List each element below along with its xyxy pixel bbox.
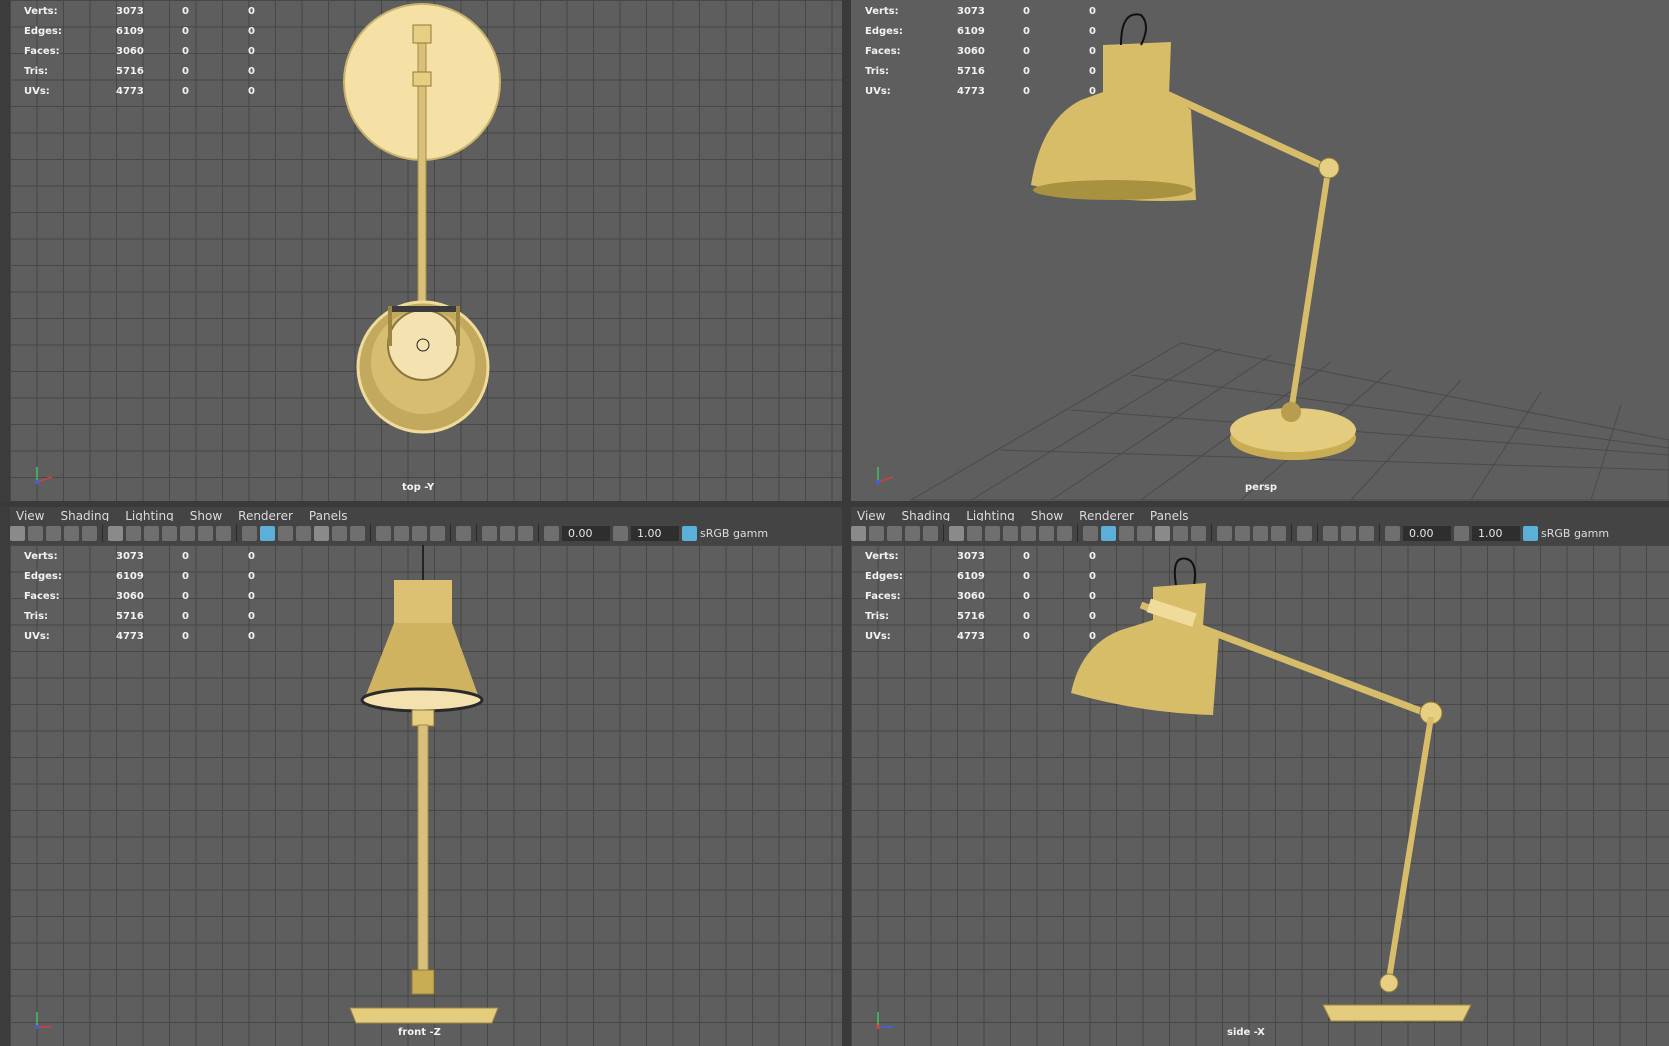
xray-joints-icon[interactable] [500,525,515,541]
depth-of-field-icon[interactable] [430,525,445,541]
gamma-field[interactable]: 1.00 [631,525,679,541]
bookmark-icon[interactable] [46,525,61,541]
gate-mask-icon[interactable] [1003,525,1018,541]
antialias-icon[interactable] [1253,525,1268,541]
smooth-shade-icon[interactable] [1101,525,1116,541]
lamp-front-view [349,545,499,1024]
gamma-icon[interactable] [613,525,628,541]
ambient-occlusion-icon[interactable] [376,525,391,541]
isolate-select-icon[interactable] [1297,525,1312,541]
textured-icon[interactable] [314,525,329,541]
safe-action-icon[interactable] [198,525,213,541]
exposure-icon[interactable] [1385,525,1400,541]
hud-stats: Verts: 3073 0 0 Edges: 6109 0 0 Faces: 3060 0 0 T… [865,6,1096,97]
exposure-icon[interactable] [544,525,559,541]
viewport-persp[interactable]: Verts: 3073 0 0 Edges: 6109 0 0 Faces: 3060 0 0 T… [851,0,1669,501]
axis-gizmo [876,467,894,484]
lamp-side-view [1071,557,1472,1022]
xray-joints-icon[interactable] [1341,525,1356,541]
safe-title-icon[interactable] [1057,525,1072,541]
field-chart-icon[interactable] [180,525,195,541]
lamp-top-view [343,3,501,434]
depth-of-field-icon[interactable] [1271,525,1286,541]
default-material-icon[interactable] [278,525,293,541]
xray-icon[interactable] [1323,525,1338,541]
motion-blur-icon[interactable] [394,525,409,541]
image-plane-icon[interactable] [905,525,920,541]
film-gate-icon[interactable] [967,525,982,541]
grid-icon[interactable] [108,525,123,541]
exposure-field[interactable]: 0.00 [1403,525,1451,541]
bookmark-icon[interactable] [887,525,902,541]
ambient-occlusion-icon[interactable] [1217,525,1232,541]
film-gate-icon[interactable] [126,525,141,541]
view-label: front -Z [398,1027,441,1038]
smooth-shade-icon[interactable] [260,525,275,541]
motion-blur-icon[interactable] [1235,525,1250,541]
camera-attr-icon[interactable] [82,525,97,541]
colorspace-dropdown[interactable]: sRGB gamm [700,527,768,540]
color-management-icon[interactable] [682,525,697,541]
viewport-side[interactable]: Verts: 3073 0 0 Edges: 6109 0 0 Faces: 3060 0 0 T… [851,545,1669,1046]
camera-icon[interactable] [851,525,866,541]
xray-components-icon[interactable] [518,525,533,541]
color-management-icon[interactable] [1523,525,1538,541]
wireframe-icon[interactable] [242,525,257,541]
gamma-icon[interactable] [1454,525,1469,541]
use-lights-icon[interactable] [332,525,347,541]
wireframe-icon[interactable] [1083,525,1098,541]
xray-icon[interactable] [482,525,497,541]
axis-gizmo [35,467,53,484]
panel-toolbar: 0.00 1.00 sRGB gamm [10,521,842,545]
resolution-gate-icon[interactable] [985,525,1000,541]
grid-icon[interactable] [949,525,964,541]
safe-action-icon[interactable] [1039,525,1054,541]
panel-toolbar: 0.00 1.00 sRGB gamm [851,521,1669,545]
axis-gizmo [35,1012,52,1029]
field-chart-icon[interactable] [1021,525,1036,541]
camera-icon[interactable] [10,525,25,541]
left-edge-bar [0,0,10,1046]
resolution-gate-icon[interactable] [144,525,159,541]
gamma-field[interactable]: 1.00 [1472,525,1520,541]
xray-components-icon[interactable] [1359,525,1374,541]
vertical-splitter[interactable] [842,0,851,1046]
wireframe-on-shaded-icon[interactable] [296,525,311,541]
wireframe-on-shaded-icon[interactable] [1137,525,1152,541]
default-material-icon[interactable] [1119,525,1134,541]
viewport-top[interactable]: Verts: 3073 0 0 Edges: 6109 0 0 Faces: 3060 0 0 T… [10,0,842,501]
use-lights-icon[interactable] [1173,525,1188,541]
exposure-field[interactable]: 0.00 [562,525,610,541]
view-label: persp [1245,482,1277,493]
shadows-icon[interactable] [350,525,365,541]
image-plane-icon[interactable] [64,525,79,541]
view-label: top -Y [402,482,435,493]
gate-mask-icon[interactable] [162,525,177,541]
shadows-icon[interactable] [1191,525,1206,541]
view-label: side -X [1227,1027,1265,1038]
lock-camera-icon[interactable] [28,525,43,541]
lock-camera-icon[interactable] [869,525,884,541]
colorspace-dropdown[interactable]: sRGB gamm [1541,527,1609,540]
isolate-select-icon[interactable] [456,525,471,541]
camera-attr-icon[interactable] [923,525,938,541]
axis-gizmo [876,1012,893,1029]
safe-title-icon[interactable] [216,525,231,541]
textured-icon[interactable] [1155,525,1170,541]
antialias-icon[interactable] [412,525,427,541]
viewport-front[interactable]: Verts: 3073 0 0 Edges: 6109 0 0 Faces: 3060 0 0 T… [10,545,842,1046]
